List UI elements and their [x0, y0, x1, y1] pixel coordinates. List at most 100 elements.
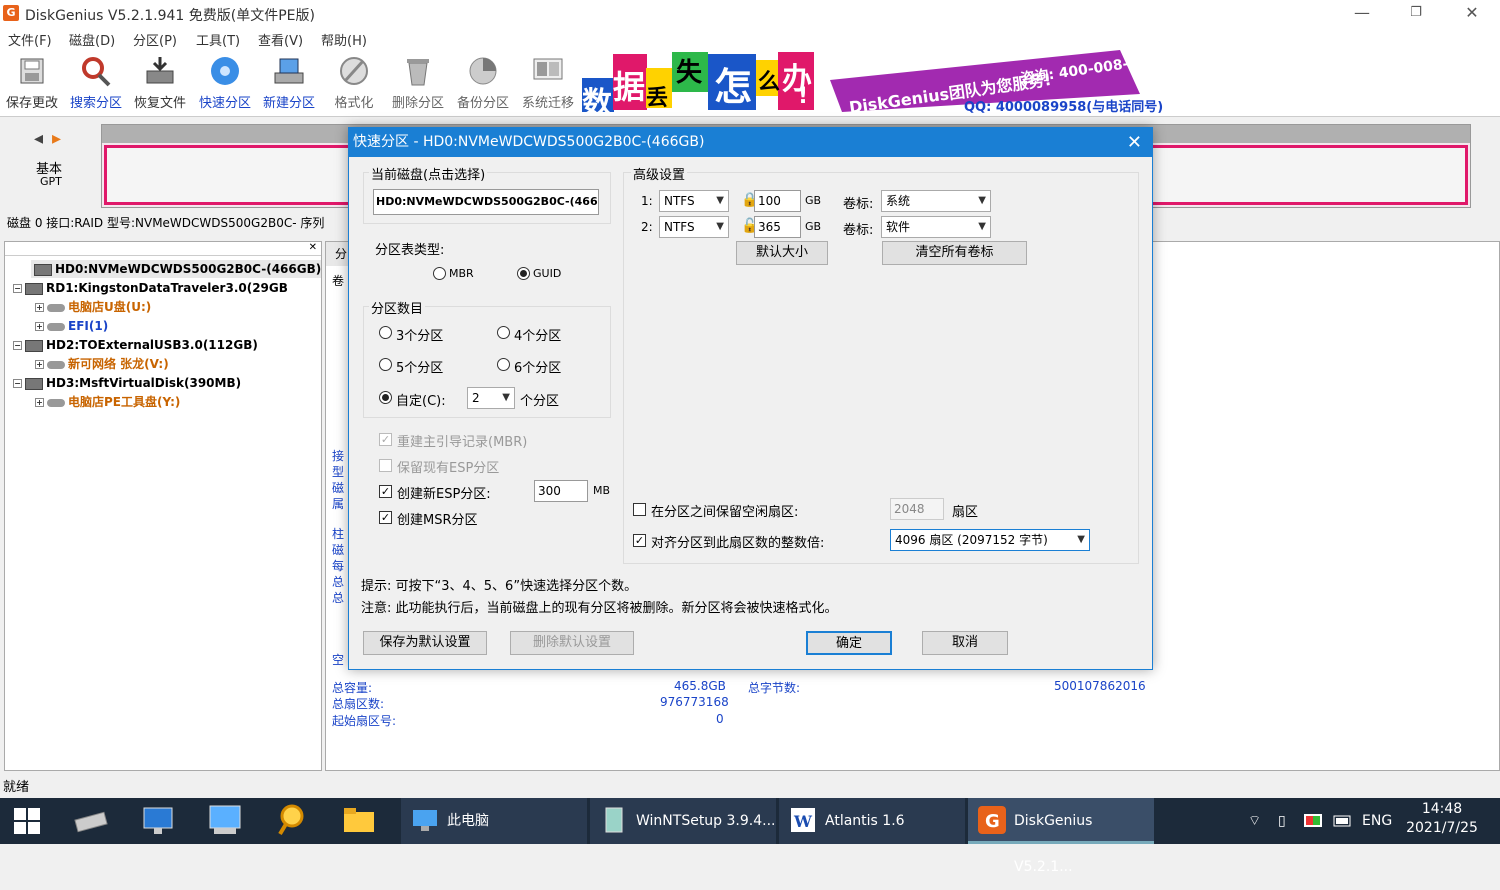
save-changes-button[interactable]: 保存更改	[1, 53, 63, 115]
delete-partition-icon	[400, 55, 436, 89]
partition-2-size-input[interactable]: 365	[754, 216, 801, 238]
new-partition-button[interactable]: 新建分区	[258, 53, 320, 115]
taskbar-app-this-pc[interactable]: 此电脑	[401, 798, 587, 844]
tree-partition-efi[interactable]: + EFI(1)	[35, 317, 108, 335]
network-pinned-icon[interactable]	[140, 798, 178, 844]
menu-help[interactable]: 帮助(H)	[321, 30, 367, 49]
current-disk-selector[interactable]: HD0:NVMeWDCWDS500G2B0C-(466	[373, 189, 599, 215]
guid-radio[interactable]	[517, 267, 530, 280]
tree-disk-hd2[interactable]: − HD2:TOExternalUSB3.0(112GB)	[13, 336, 258, 354]
clock-date[interactable]: 2021/7/25	[1400, 820, 1484, 836]
clear-all-labels-button[interactable]: 清空所有卷标	[882, 241, 1027, 265]
restore-button[interactable]: ❐	[1396, 2, 1436, 24]
taskbar-app-atlantis[interactable]: W Atlantis 1.6	[779, 798, 965, 844]
expand-icon[interactable]: +	[35, 303, 44, 312]
advertisement-banner[interactable]: 数 据 丢 失 怎 么 办 ! DiskGenius团队为您服务! 咨询: 40…	[580, 50, 1166, 114]
menu-partition[interactable]: 分区(P)	[133, 30, 177, 49]
tab-partition[interactable]: 分	[326, 242, 348, 266]
format-button[interactable]: 格式化	[323, 53, 385, 115]
search-pinned-icon[interactable]	[272, 798, 310, 844]
folder-pinned-icon[interactable]	[340, 798, 378, 844]
custom-partitions-radio[interactable]	[379, 391, 392, 404]
app-logo-icon: G	[3, 5, 19, 21]
partition-count-label: 分区数目	[369, 298, 426, 317]
detail-label: 每	[332, 559, 345, 573]
partition-1-size-input[interactable]: 100	[754, 190, 801, 212]
remote-pinned-icon[interactable]	[206, 798, 244, 844]
banner-char: 失	[676, 58, 703, 88]
five-partitions-radio[interactable]	[379, 358, 392, 371]
total-sectors-value: 976773168	[660, 695, 729, 709]
taskbar-app-winntsetup[interactable]: WinNTSetup 3.9.4...	[590, 798, 776, 844]
mbr-label: MBR	[449, 267, 474, 280]
cancel-button[interactable]: 取消	[922, 631, 1008, 655]
default-size-button[interactable]: 默认大小	[736, 241, 828, 265]
quick-partition-button[interactable]: 快速分区	[194, 53, 256, 115]
dialog-close-icon[interactable]: ✕	[1127, 128, 1142, 157]
system-migration-button[interactable]: 系统迁移	[517, 53, 579, 115]
tree-partition-u[interactable]: + 电脑店U盘(U:)	[35, 298, 151, 316]
tree-partition-y[interactable]: + 电脑店PE工具盘(Y:)	[35, 393, 180, 411]
save-icon	[14, 55, 50, 89]
align-sectors-select[interactable]: 4096 扇区 (2097152 字节) ▼	[890, 529, 1090, 551]
ok-button[interactable]: 确定	[806, 631, 892, 655]
reserve-sectors-checkbox[interactable]	[633, 503, 646, 516]
language-indicator[interactable]: ENG	[1362, 798, 1392, 844]
partition-1-volume-label-select[interactable]: 系统 ▼	[881, 190, 991, 212]
clock-time[interactable]: 14:48	[1406, 801, 1478, 817]
usb-icon[interactable]: ▯	[1278, 798, 1286, 844]
expand-icon[interactable]: +	[35, 398, 44, 407]
menu-file[interactable]: 文件(F)	[8, 30, 52, 49]
menu-tools[interactable]: 工具(T)	[196, 30, 240, 49]
tree-close-icon[interactable]: ✕	[5, 242, 321, 256]
partition-2-filesystem-select[interactable]: NTFS ▼	[659, 216, 729, 238]
create-msr-checkbox[interactable]: ✓	[379, 511, 392, 524]
partition-1-filesystem-select[interactable]: NTFS ▼	[659, 190, 729, 212]
rebuild-mbr-checkbox[interactable]: ✓	[379, 433, 392, 446]
reserve-sectors-unit: 扇区	[952, 505, 979, 520]
start-button[interactable]	[10, 798, 46, 844]
tree-partition-v[interactable]: + 新可网络 张龙(V:)	[35, 355, 169, 373]
battery-icon[interactable]	[1332, 798, 1354, 844]
detail-label: 总	[332, 591, 345, 605]
three-partitions-radio[interactable]	[379, 326, 392, 339]
four-partitions-radio[interactable]	[497, 326, 510, 339]
collapse-icon[interactable]: −	[13, 284, 22, 293]
collapse-icon[interactable]: −	[13, 379, 22, 388]
tree-disk-rd1[interactable]: − RD1:KingstonDataTraveler3.0(29GB	[13, 279, 288, 297]
tree-disk-hd0[interactable]: HD0:NVMeWDCWDS500G2B0C-(466GB)	[31, 260, 322, 278]
search-partition-button[interactable]: 搜索分区	[65, 53, 127, 115]
delete-default-button[interactable]: 删除默认设置	[510, 631, 634, 655]
expand-icon[interactable]: +	[35, 360, 44, 369]
reserve-sectors-label: 在分区之间保留空闲扇区:	[651, 505, 799, 520]
keep-esp-checkbox[interactable]	[379, 459, 392, 472]
reserve-sectors-input[interactable]: 2048	[890, 498, 944, 520]
display-icon[interactable]	[1302, 798, 1324, 844]
title-bar: G DiskGenius V5.2.1.941 免费版(单文件PE版) — ❐ …	[0, 0, 1500, 27]
menu-view[interactable]: 查看(V)	[258, 30, 303, 49]
next-disk-arrow-icon[interactable]: ▸	[52, 128, 61, 149]
collapse-icon[interactable]: −	[13, 341, 22, 350]
banner-char: 丢	[646, 86, 669, 111]
delete-partition-button[interactable]: 删除分区	[387, 53, 449, 115]
save-as-default-button[interactable]: 保存为默认设置	[363, 631, 487, 655]
create-msr-label: 创建MSR分区	[397, 513, 478, 528]
expand-icon[interactable]: +	[35, 322, 44, 331]
close-window-button[interactable]: ✕	[1452, 2, 1492, 24]
six-partitions-radio[interactable]	[497, 358, 510, 371]
minimize-button[interactable]: —	[1342, 2, 1382, 24]
prev-disk-arrow-icon[interactable]: ◂	[34, 128, 43, 149]
create-esp-checkbox[interactable]: ✓	[379, 485, 392, 498]
backup-partition-button[interactable]: 备份分区	[452, 53, 514, 115]
custom-partition-count-select[interactable]: 2 ▼	[467, 387, 515, 409]
esp-size-input[interactable]: 300	[534, 480, 588, 502]
disk-tool-pinned-icon[interactable]	[72, 798, 110, 844]
recover-files-button[interactable]: 恢复文件	[129, 53, 191, 115]
tree-disk-hd3[interactable]: − HD3:MsftVirtualDisk(390MB)	[13, 374, 241, 392]
wifi-icon[interactable]: ⌔	[1248, 798, 1261, 844]
partition-2-volume-label-select[interactable]: 软件 ▼	[881, 216, 991, 238]
taskbar-app-diskgenius[interactable]: G DiskGenius V5.2.1...	[968, 798, 1154, 875]
align-partitions-checkbox[interactable]: ✓	[633, 534, 646, 547]
menu-disk[interactable]: 磁盘(D)	[69, 30, 115, 49]
mbr-radio[interactable]	[433, 267, 446, 280]
